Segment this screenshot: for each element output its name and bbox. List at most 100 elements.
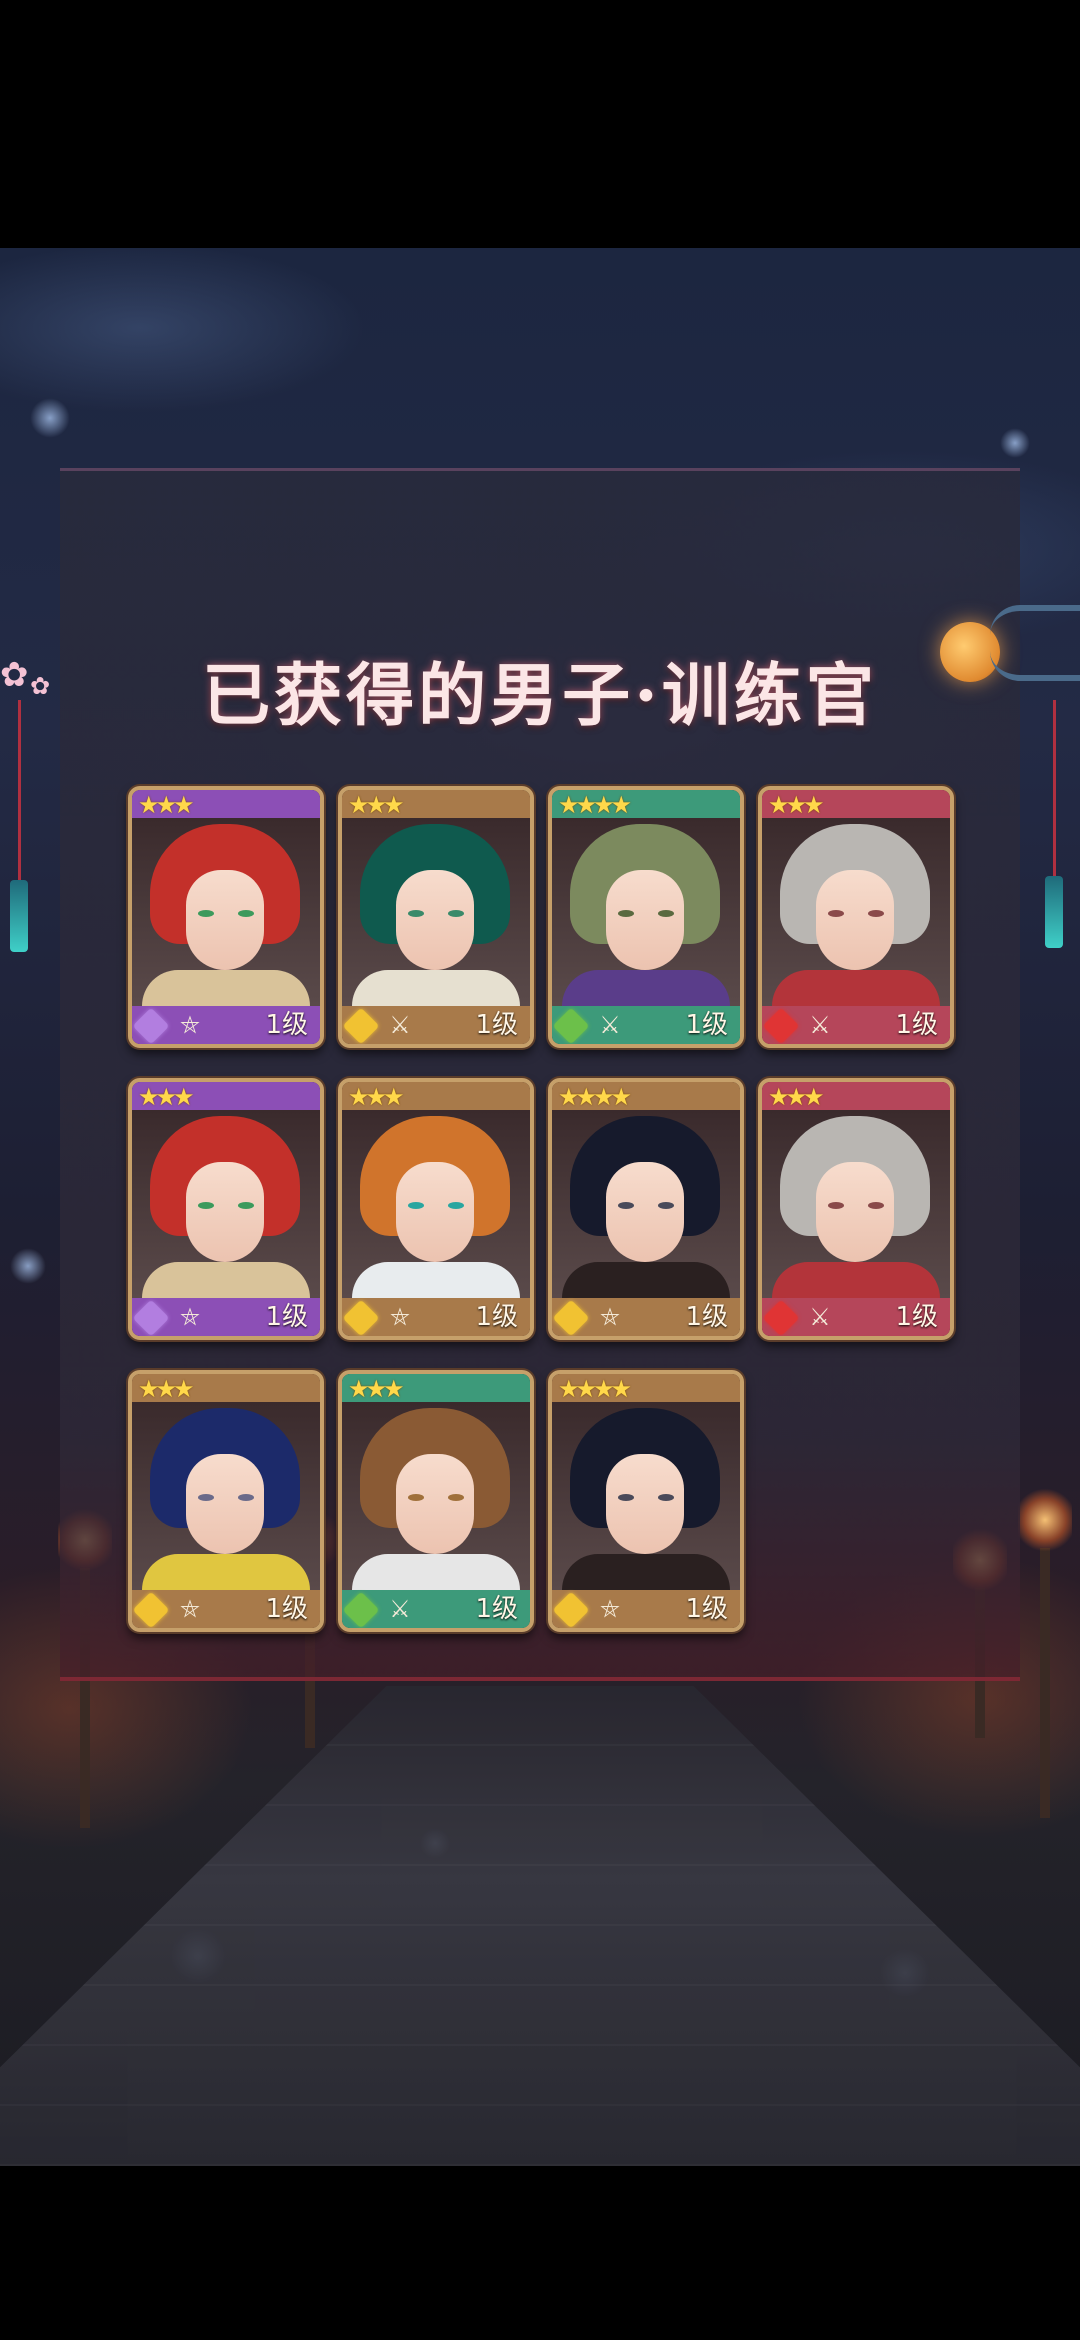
portrait-eye bbox=[198, 1202, 214, 1209]
level-label: 1级 bbox=[895, 1010, 938, 1040]
level-label: 1级 bbox=[475, 1010, 518, 1040]
pentagram-icon: ⛤ bbox=[600, 1595, 620, 1623]
character-card[interactable]: ★★★ ⚔ 1级 bbox=[338, 786, 534, 1048]
gold-gem-icon bbox=[342, 1299, 380, 1336]
card-rarity-bar: ★★★ bbox=[762, 790, 950, 819]
pentagram-icon: ⛤ bbox=[180, 1011, 200, 1039]
character-card[interactable]: ★★★ ⛤ 1级 bbox=[128, 786, 324, 1048]
portrait-eye bbox=[198, 1494, 214, 1501]
leaf-gem-icon bbox=[552, 1007, 590, 1044]
character-card[interactable]: ★★★ ⛤ 1级 bbox=[128, 1370, 324, 1632]
portrait-face bbox=[816, 1162, 894, 1262]
card-info-bar: ⛤ 1级 bbox=[552, 1298, 740, 1336]
pentagram-icon: ⛤ bbox=[390, 1303, 410, 1331]
portrait-clothing bbox=[352, 970, 520, 1006]
character-portrait bbox=[762, 818, 950, 1006]
level-label: 1级 bbox=[685, 1302, 728, 1332]
portrait-clothing bbox=[142, 970, 310, 1006]
portrait-eye bbox=[658, 1202, 674, 1209]
rarity-stars: ★★★★ bbox=[558, 791, 632, 819]
character-portrait bbox=[552, 818, 740, 1006]
character-portrait bbox=[342, 1110, 530, 1298]
portrait-eye bbox=[828, 910, 844, 917]
portrait-eye bbox=[618, 910, 634, 917]
card-info-bar: ⚔ 1级 bbox=[552, 1006, 740, 1044]
amethyst-gem-icon bbox=[132, 1299, 170, 1336]
gold-gem-icon bbox=[342, 1007, 380, 1044]
rarity-stars: ★★★ bbox=[138, 1375, 195, 1403]
card-info-bar: ⛤ 1级 bbox=[342, 1298, 530, 1336]
ruby-gem-icon bbox=[762, 1007, 800, 1044]
card-info-bar: ⛤ 1级 bbox=[132, 1006, 320, 1044]
portrait-eye bbox=[448, 1202, 464, 1209]
crossed-swords-icon: ⚔ bbox=[809, 1303, 831, 1331]
rarity-stars: ★★★★ bbox=[558, 1083, 632, 1111]
rarity-stars: ★★★ bbox=[768, 791, 825, 819]
rarity-stars: ★★★ bbox=[138, 791, 195, 819]
gold-gem-icon bbox=[132, 1591, 170, 1628]
card-rarity-bar: ★★★★ bbox=[552, 1374, 740, 1403]
pentagram-icon: ⛤ bbox=[600, 1303, 620, 1331]
leaf-gem-icon bbox=[342, 1591, 380, 1628]
level-label: 1级 bbox=[265, 1594, 308, 1624]
character-card[interactable]: ★★★ ⚔ 1级 bbox=[758, 1078, 954, 1340]
character-portrait bbox=[552, 1402, 740, 1590]
card-info-bar: ⛤ 1级 bbox=[552, 1590, 740, 1628]
rarity-stars: ★★★ bbox=[138, 1083, 195, 1111]
tassel-ornament bbox=[1045, 876, 1063, 948]
card-info-bar: ⚔ 1级 bbox=[342, 1590, 530, 1628]
card-rarity-bar: ★★★ bbox=[762, 1082, 950, 1111]
character-card[interactable]: ★★★ ⚔ 1级 bbox=[338, 1370, 534, 1632]
character-portrait bbox=[762, 1110, 950, 1298]
character-card[interactable]: ★★★★ ⚔ 1级 bbox=[548, 786, 744, 1048]
portrait-eye bbox=[408, 1202, 424, 1209]
portrait-eye bbox=[408, 1494, 424, 1501]
character-card[interactable]: ★★★★ ⛤ 1级 bbox=[548, 1370, 744, 1632]
pentagram-icon: ⛤ bbox=[180, 1595, 200, 1623]
level-label: 1级 bbox=[265, 1010, 308, 1040]
portrait-clothing bbox=[562, 1262, 730, 1298]
portrait-clothing bbox=[772, 1262, 940, 1298]
portrait-eye bbox=[658, 1494, 674, 1501]
amethyst-gem-icon bbox=[132, 1007, 170, 1044]
character-card[interactable]: ★★★ ⛤ 1级 bbox=[128, 1078, 324, 1340]
portrait-eye bbox=[198, 910, 214, 917]
level-label: 1级 bbox=[475, 1302, 518, 1332]
gold-gem-icon bbox=[552, 1591, 590, 1628]
portrait-clothing bbox=[562, 970, 730, 1006]
stone-path bbox=[0, 1686, 1080, 2166]
portrait-eye bbox=[448, 910, 464, 917]
card-info-bar: ⚔ 1级 bbox=[342, 1006, 530, 1044]
portrait-face bbox=[396, 870, 474, 970]
card-rarity-bar: ★★★ bbox=[342, 1374, 530, 1403]
card-rarity-bar: ★★★ bbox=[132, 790, 320, 819]
card-rarity-bar: ★★★ bbox=[132, 1082, 320, 1111]
level-label: 1级 bbox=[265, 1302, 308, 1332]
portrait-eye bbox=[238, 1202, 254, 1209]
rarity-stars: ★★★ bbox=[768, 1083, 825, 1111]
portrait-eye bbox=[868, 910, 884, 917]
character-card[interactable]: ★★★ ⛤ 1级 bbox=[338, 1078, 534, 1340]
portrait-face bbox=[606, 1454, 684, 1554]
portrait-face bbox=[606, 1162, 684, 1262]
portrait-face bbox=[396, 1162, 474, 1262]
card-rarity-bar: ★★★ bbox=[132, 1374, 320, 1403]
portrait-eye bbox=[238, 910, 254, 917]
card-rarity-bar: ★★★★ bbox=[552, 790, 740, 819]
portrait-clothing bbox=[772, 970, 940, 1006]
card-info-bar: ⛤ 1级 bbox=[132, 1298, 320, 1336]
character-card[interactable]: ★★★ ⚔ 1级 bbox=[758, 786, 954, 1048]
portrait-eye bbox=[828, 1202, 844, 1209]
level-label: 1级 bbox=[895, 1302, 938, 1332]
crossed-swords-icon: ⚔ bbox=[389, 1595, 411, 1623]
card-rarity-bar: ★★★★ bbox=[552, 1082, 740, 1111]
ruby-gem-icon bbox=[762, 1299, 800, 1336]
portrait-clothing bbox=[142, 1554, 310, 1590]
character-portrait bbox=[132, 818, 320, 1006]
pentagram-icon: ⛤ bbox=[180, 1303, 200, 1331]
firefly-glow bbox=[1000, 428, 1030, 458]
rarity-stars: ★★★ bbox=[348, 1083, 405, 1111]
crossed-swords-icon: ⚔ bbox=[389, 1011, 411, 1039]
character-card[interactable]: ★★★★ ⛤ 1级 bbox=[548, 1078, 744, 1340]
firefly-glow bbox=[30, 398, 70, 438]
